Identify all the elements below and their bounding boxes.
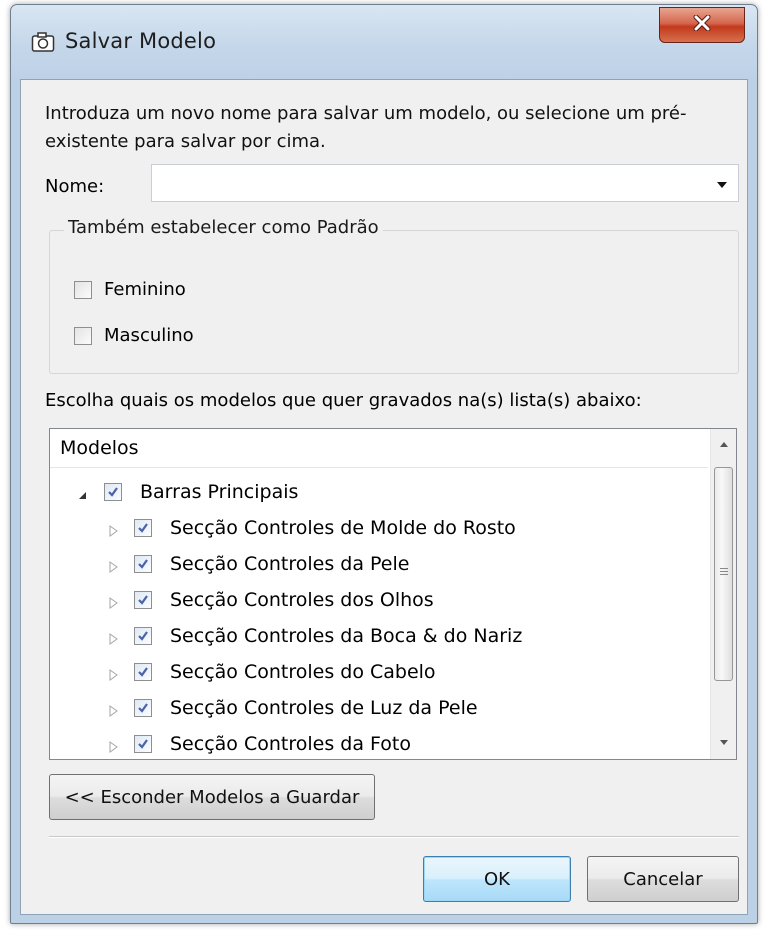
dialog-window: Salvar Modelo Introduza um novo nome par… — [10, 4, 758, 924]
grip-icon — [720, 568, 728, 577]
ok-button[interactable]: OK — [423, 856, 571, 902]
feminino-option[interactable]: Feminino — [74, 279, 186, 300]
groupbox-legend: Também estabelecer como Padrão — [64, 217, 383, 238]
title-bar[interactable]: Salvar Modelo — [11, 5, 757, 79]
tree-node-label: Secção Controles de Luz da Pele — [170, 697, 478, 719]
dialog-body: Introduza um novo nome para salvar um mo… — [20, 79, 748, 915]
tree-node-label: Secção Controles dos Olhos — [170, 589, 434, 611]
masculino-option[interactable]: Masculino — [74, 325, 194, 346]
tree-checkbox[interactable] — [134, 627, 152, 645]
triangle-right-icon[interactable] — [106, 701, 120, 717]
vertical-scrollbar[interactable] — [710, 429, 736, 759]
tree-column-header[interactable]: Modelos — [50, 429, 708, 468]
triangle-right-icon[interactable] — [106, 737, 120, 753]
triangle-right-icon[interactable] — [106, 629, 120, 645]
tree-node-label: Secção Controles da Boca & do Nariz — [170, 625, 523, 647]
tree-node-child[interactable]: Secção Controles da Boca & do Nariz — [106, 625, 522, 647]
models-tree[interactable]: Modelos Barras Principais Secção Control… — [49, 428, 737, 760]
tree-checkbox[interactable] — [134, 591, 152, 609]
tree-checkbox[interactable] — [134, 555, 152, 573]
chevron-down-icon[interactable] — [712, 177, 732, 191]
tree-checkbox[interactable] — [134, 699, 152, 717]
triangle-right-icon[interactable] — [106, 521, 120, 537]
cancel-button[interactable]: Cancelar — [587, 856, 739, 902]
tree-node-child[interactable]: Secção Controles dos Olhos — [106, 589, 434, 611]
dialog-title: Salvar Modelo — [65, 29, 217, 53]
instruction-text: Introduza um novo nome para salvar um mo… — [45, 103, 687, 152]
triangle-right-icon[interactable] — [106, 593, 120, 609]
tree-checkbox[interactable] — [134, 735, 152, 753]
feminino-checkbox[interactable] — [74, 280, 92, 299]
tree-node-child[interactable]: Secção Controles de Luz da Pele — [106, 697, 478, 719]
name-combobox[interactable] — [151, 164, 739, 202]
scroll-up-arrow-icon[interactable] — [711, 429, 737, 461]
tree-node-label: Secção Controles da Pele — [170, 553, 410, 575]
masculino-checkbox[interactable] — [74, 326, 92, 345]
close-icon — [692, 14, 712, 35]
tree-node-label: Secção Controles da Foto — [170, 733, 411, 755]
scroll-down-arrow-icon[interactable] — [711, 727, 737, 759]
models-list-label: Escolha quais os modelos que quer gravad… — [45, 390, 642, 411]
tree-node-child[interactable]: Secção Controles da Foto — [106, 733, 411, 755]
tree-node-child[interactable]: Secção Controles da Pele — [106, 553, 409, 575]
triangle-right-icon[interactable] — [106, 557, 120, 573]
triangle-down-icon[interactable] — [76, 485, 90, 499]
default-groupbox: Também estabelecer como Padrão Feminino … — [49, 217, 739, 374]
triangle-right-icon[interactable] — [106, 665, 120, 681]
tree-node-label: Barras Principais — [140, 481, 299, 503]
camera-icon — [31, 31, 55, 53]
tree-node-child[interactable]: Secção Controles do Cabelo — [106, 661, 436, 683]
feminino-label: Feminino — [104, 279, 186, 300]
name-label: Nome: — [45, 176, 105, 197]
tree-node-label: Secção Controles do Cabelo — [170, 661, 436, 683]
close-button[interactable] — [659, 7, 745, 43]
separator — [49, 836, 739, 838]
tree-checkbox[interactable] — [104, 483, 122, 501]
tree-node-root[interactable]: Barras Principais — [76, 481, 298, 503]
tree-checkbox[interactable] — [134, 519, 152, 537]
masculino-label: Masculino — [104, 325, 194, 346]
tree-node-label: Secção Controles de Molde do Rosto — [170, 517, 516, 539]
tree-node-child[interactable]: Secção Controles de Molde do Rosto — [106, 517, 516, 539]
scrollbar-thumb[interactable] — [714, 467, 733, 681]
hide-models-button[interactable]: << Esconder Modelos a Guardar — [49, 774, 375, 820]
tree-checkbox[interactable] — [134, 663, 152, 681]
